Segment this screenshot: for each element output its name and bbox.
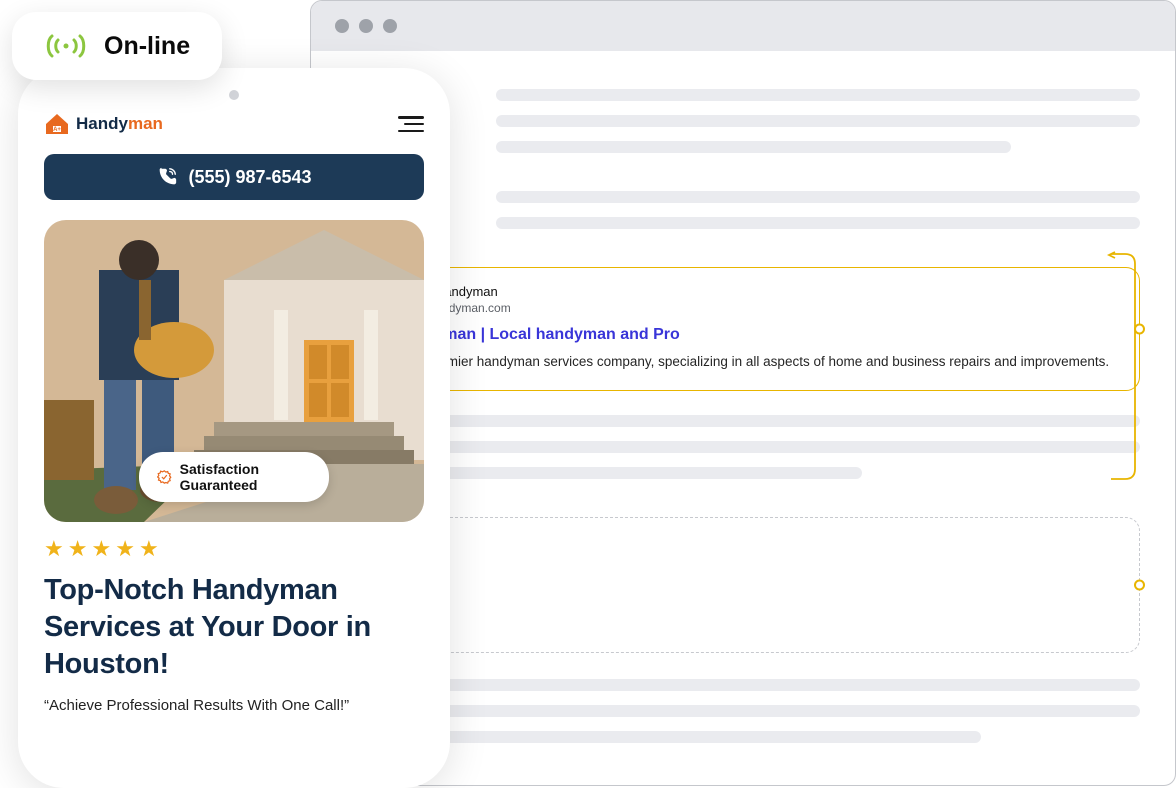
hero-image: Satisfaction Guaranteed <box>44 220 424 522</box>
broadcast-icon <box>44 30 88 62</box>
skeleton-line <box>346 441 1140 453</box>
phone-header: A+ Handyman <box>44 112 424 136</box>
logo-text-prefix: Handy <box>76 114 128 133</box>
skeleton-group <box>496 89 1140 153</box>
phone-mockup: A+ Handyman (555) 987-6543 <box>18 68 450 788</box>
skeleton-line <box>346 679 1140 691</box>
logo-text-suffix: man <box>128 114 163 133</box>
star-rating: ★ ★ ★ ★ ★ <box>44 536 424 562</box>
hero-title: Top-Notch Handyman Services at Your Door… <box>44 572 424 683</box>
skeleton-line <box>496 141 1011 153</box>
check-badge-icon <box>157 468 172 486</box>
skeleton-line <box>346 705 1140 717</box>
star-icon: ★ <box>139 536 159 562</box>
star-icon: ★ <box>68 536 88 562</box>
hero-subtitle: “Achieve Professional Results With One C… <box>44 697 424 714</box>
call-button[interactable]: (555) 987-6543 <box>44 154 424 200</box>
skeleton-line <box>496 89 1140 101</box>
browser-chrome <box>311 1 1175 51</box>
satisfaction-text: Satisfaction Guaranteed <box>180 461 311 493</box>
star-icon: ★ <box>115 536 135 562</box>
skeleton-group <box>346 415 1140 479</box>
skeleton-line <box>496 115 1140 127</box>
skeleton-group <box>496 191 1140 229</box>
search-result-card[interactable]: A+ Handyman a+handyman.com A+ Handyman |… <box>346 267 1140 391</box>
phone-icon <box>156 166 178 188</box>
satisfaction-badge: Satisfaction Guaranteed <box>139 452 329 502</box>
search-result-title[interactable]: A+ Handyman | Local handyman and Pro <box>369 326 1117 344</box>
menu-icon[interactable] <box>398 116 424 132</box>
empty-result-slot <box>346 517 1140 653</box>
star-icon: ★ <box>44 536 64 562</box>
skeleton-line <box>496 217 1140 229</box>
phone-number: (555) 987-6543 <box>188 167 311 188</box>
connector-dot <box>1134 580 1145 591</box>
search-result-description: We are a premier handyman services compa… <box>369 352 1117 372</box>
skeleton-group <box>346 679 1140 743</box>
house-icon: A+ <box>44 112 70 136</box>
star-icon: ★ <box>91 536 111 562</box>
phone-camera <box>229 90 239 100</box>
online-badge: On-line <box>12 12 222 80</box>
svg-text:A+: A+ <box>53 127 61 133</box>
skeleton-line <box>346 415 1140 427</box>
app-logo[interactable]: A+ Handyman <box>44 112 163 136</box>
online-text: On-line <box>104 32 190 61</box>
window-dot <box>359 19 373 33</box>
connector-dot <box>1134 324 1145 335</box>
window-dot <box>335 19 349 33</box>
window-dot <box>383 19 397 33</box>
skeleton-line <box>496 191 1140 203</box>
